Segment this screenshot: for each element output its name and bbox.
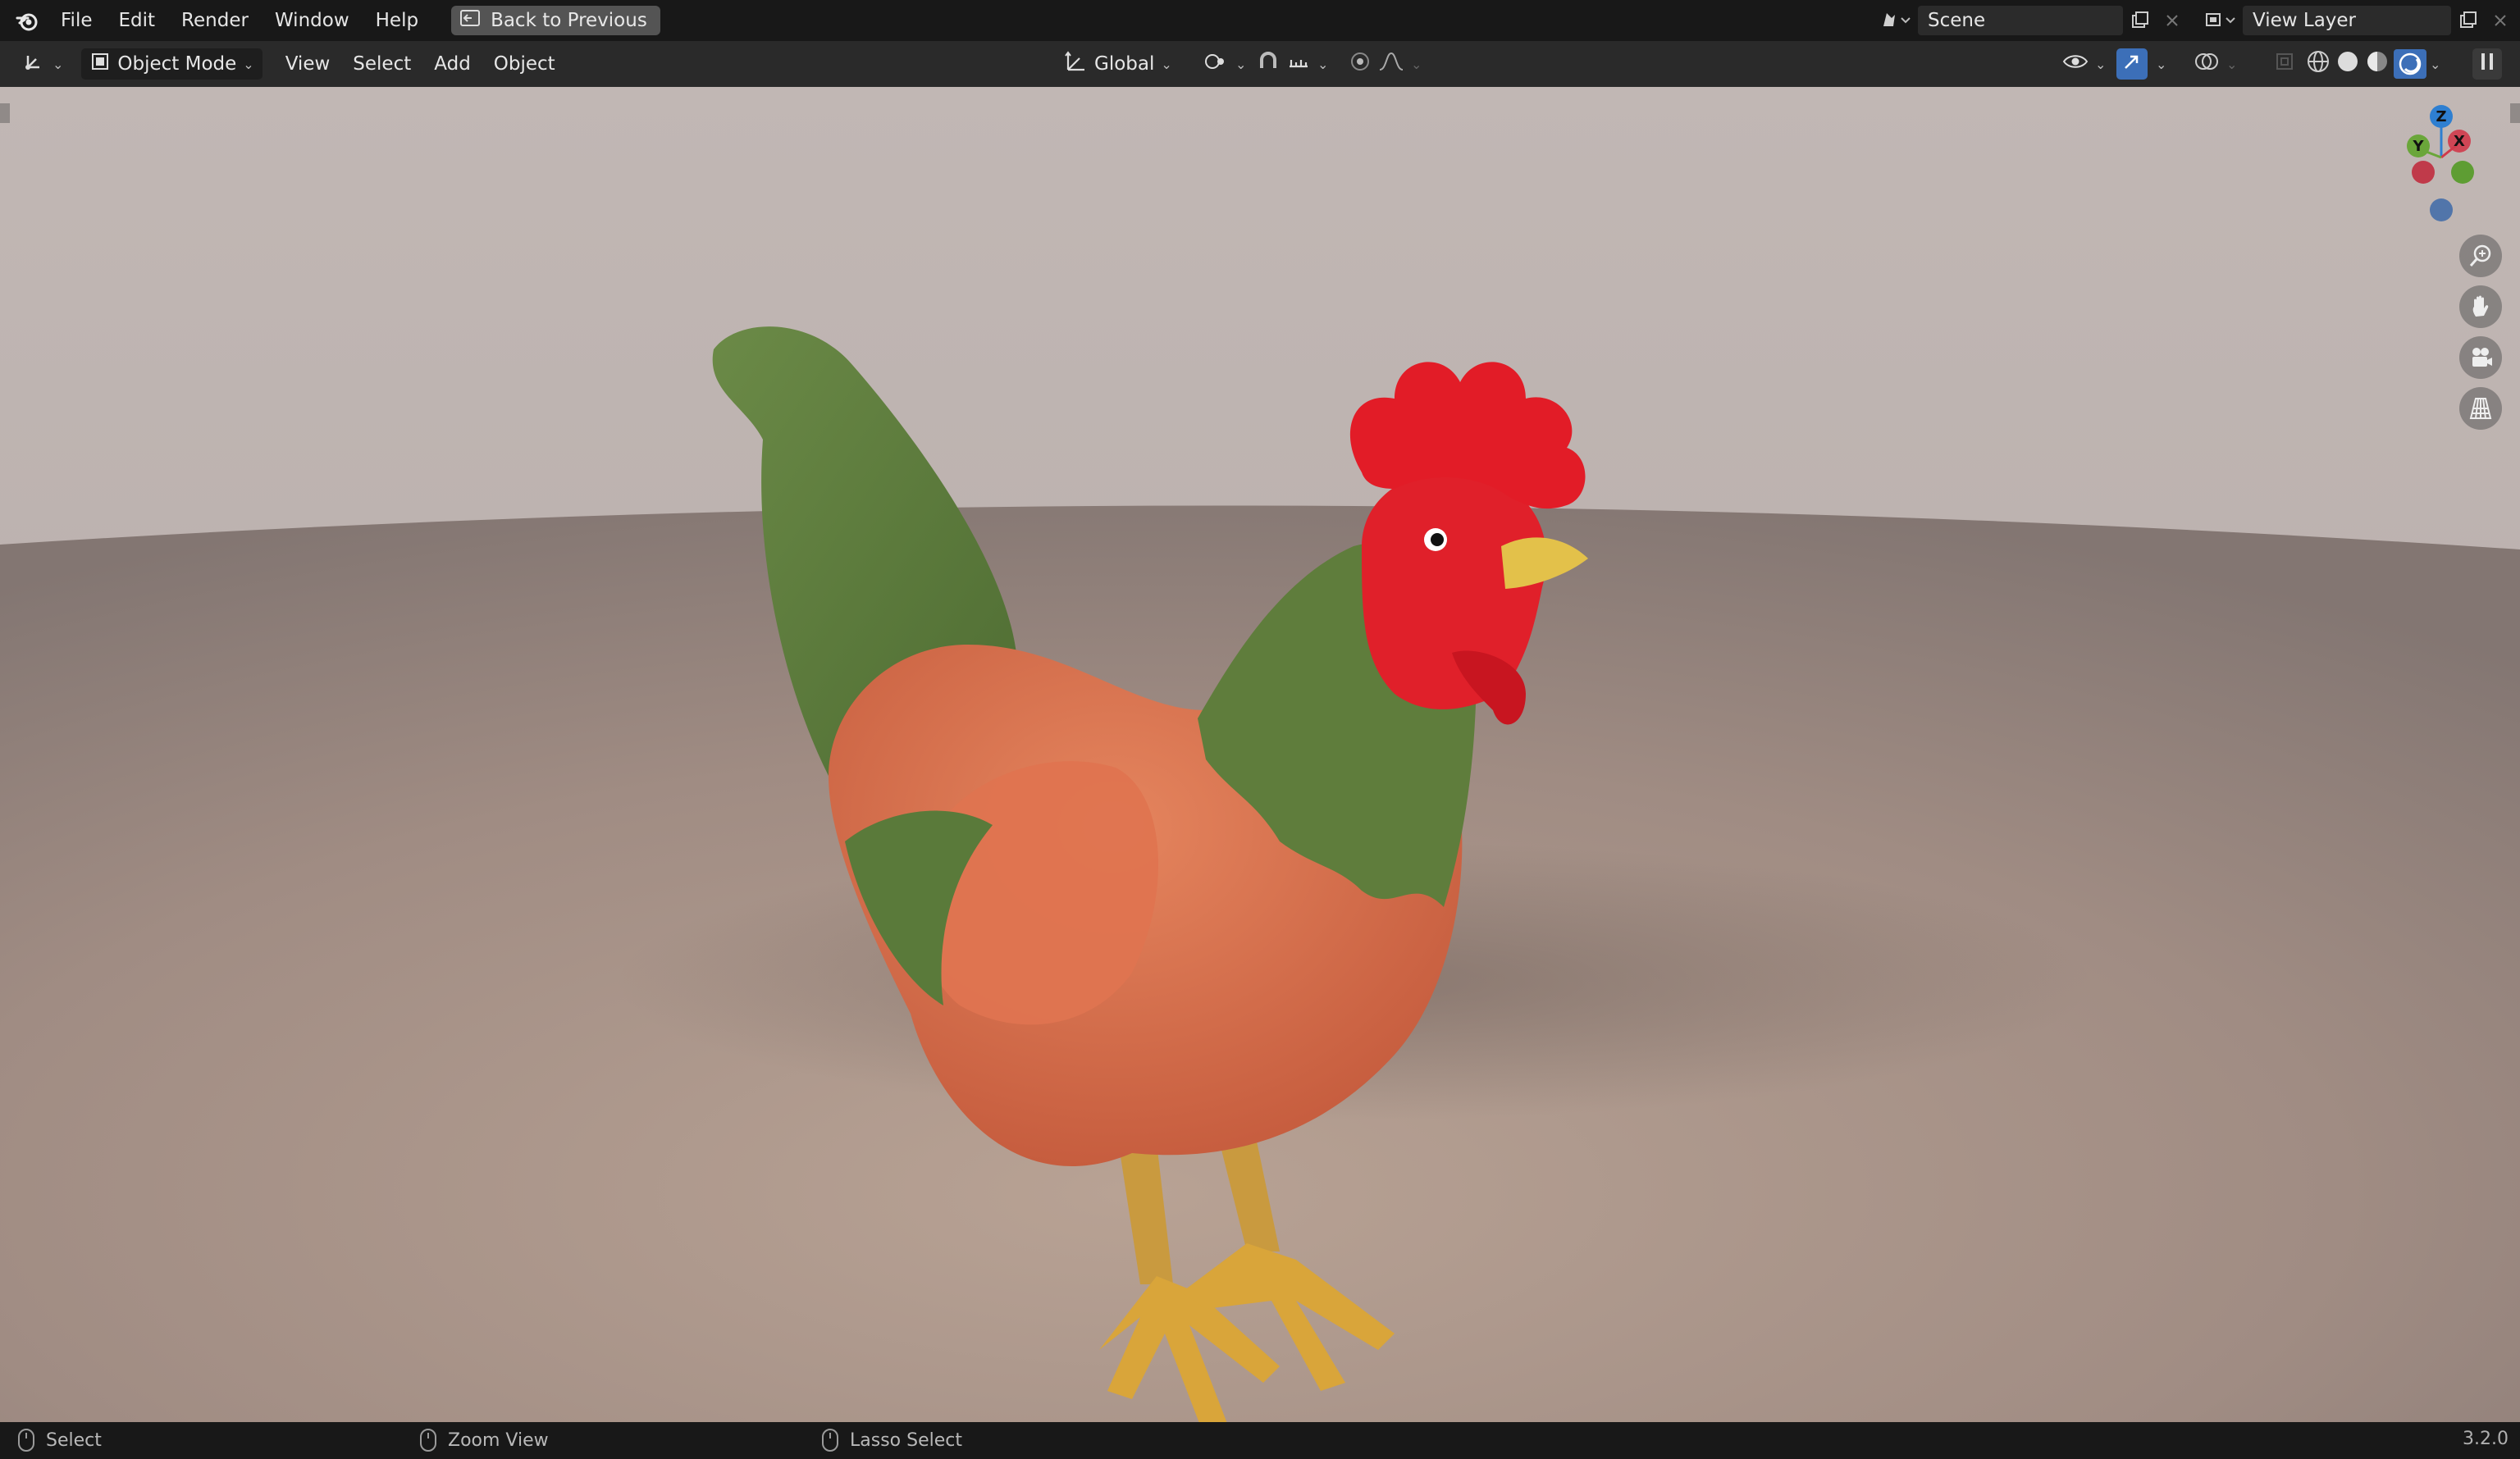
gizmo-dropdown[interactable]: ⌄ (2151, 48, 2171, 80)
chevron-down-icon: ⌄ (1235, 56, 1247, 72)
menu-help[interactable]: Help (363, 0, 431, 41)
pause-render-button[interactable] (2472, 48, 2502, 80)
status-middle-click: Zoom View (420, 1429, 549, 1452)
editor-type-button[interactable]: ⌄ (13, 48, 71, 80)
rendered-shading-icon[interactable] (2394, 49, 2426, 79)
scene-type-icon[interactable] (1872, 6, 1918, 35)
shading-mode-group: ⌄ (2300, 48, 2445, 80)
header-menu-add[interactable]: Add (422, 53, 482, 75)
object-mode-icon (89, 51, 111, 77)
gizmo-toggle-button[interactable] (2116, 48, 2148, 80)
overlay-dropdown[interactable]: ⌄ (2185, 48, 2245, 80)
pivot-point-dropdown[interactable]: ⌄ (1194, 48, 1254, 80)
status-bar: Select Zoom View Lasso Select 3.2.0 (0, 1422, 2520, 1459)
proportional-edit-button[interactable]: ⌄ (1340, 48, 1430, 80)
pause-icon (2479, 52, 2495, 76)
object-mode-dropdown[interactable]: Object Mode ⌄ (81, 48, 262, 80)
grid-perspective-icon[interactable] (2459, 387, 2502, 430)
chevron-down-icon: ⌄ (1411, 56, 1422, 72)
status-right-label: Lasso Select (850, 1429, 962, 1451)
material-preview-shading-icon[interactable] (2364, 48, 2390, 80)
xray-toggle-button[interactable] (2266, 48, 2303, 80)
top-menu-bar: File Edit Render Window Help Back to Pre… (0, 0, 2520, 41)
zoom-icon[interactable] (2459, 235, 2502, 277)
pan-hand-icon[interactable] (2459, 285, 2502, 328)
scene-name: Scene (1928, 10, 1986, 31)
blender-logo-icon[interactable] (7, 0, 48, 41)
menu-render[interactable]: Render (168, 0, 262, 41)
new-view-layer-icon[interactable] (2451, 6, 2484, 35)
menu-window[interactable]: Window (262, 0, 363, 41)
snap-toggle-button[interactable]: ⌄ (1249, 48, 1336, 80)
chevron-down-icon: ⌄ (243, 56, 254, 72)
mouse-left-icon (18, 1429, 34, 1452)
view-layer-name-field[interactable]: View Layer (2243, 6, 2451, 35)
header-menu-object[interactable]: Object (482, 53, 567, 75)
eye-icon (2062, 51, 2089, 77)
status-right-click: Lasso Select (822, 1429, 962, 1452)
chevron-down-icon: ⌄ (52, 56, 64, 72)
snap-increment-icon (1286, 50, 1311, 78)
chevron-down-icon: ⌄ (1317, 56, 1329, 72)
axis-3d-icon (21, 51, 46, 77)
chevron-down-icon: ⌄ (2095, 56, 2107, 72)
chevron-down-icon: ⌄ (2226, 56, 2238, 72)
chevron-down-icon: ⌄ (2156, 56, 2167, 72)
status-middle-label: Zoom View (448, 1429, 549, 1451)
toolbar-collapse-handle[interactable] (0, 103, 10, 123)
orientation-icon (1063, 50, 1088, 78)
back-to-previous-button[interactable]: Back to Previous (451, 6, 660, 35)
viewport-header: ⌄ Object Mode ⌄ View Select Add Object G… (0, 41, 2520, 87)
view-layer-name: View Layer (2253, 10, 2357, 31)
header-menu-view[interactable]: View (274, 53, 342, 75)
menu-file[interactable]: File (48, 0, 106, 41)
object-mode-label: Object Mode (117, 53, 237, 75)
chevron-down-icon[interactable]: ⌄ (2430, 57, 2440, 72)
delete-scene-close-icon[interactable] (2156, 6, 2189, 35)
wireframe-shading-icon[interactable] (2305, 48, 2331, 80)
gizmo-arrow-icon (2121, 51, 2143, 77)
mouse-right-icon (822, 1429, 838, 1452)
scene-selector-group: Scene View Layer (1872, 6, 2517, 35)
xray-icon (2274, 51, 2295, 77)
status-left-label: Select (46, 1429, 102, 1451)
3d-viewport[interactable]: Z X Y (0, 87, 2520, 1422)
gizmo-y-label: Y (2412, 138, 2424, 155)
gizmo-x-label: X (2454, 133, 2465, 150)
proportional-edit-icon (1349, 50, 1372, 78)
back-icon (459, 9, 481, 32)
transform-orientation-dropdown[interactable]: Global ⌄ (1055, 48, 1180, 80)
camera-icon[interactable] (2459, 336, 2502, 379)
header-menu-select[interactable]: Select (341, 53, 422, 75)
back-button-label: Back to Previous (491, 10, 647, 31)
delete-view-layer-close-icon[interactable] (2484, 6, 2517, 35)
overlay-icon (2194, 50, 2220, 78)
pivot-point-icon (1203, 50, 1229, 78)
view-layer-type-icon[interactable] (2197, 6, 2243, 35)
version-label: 3.2.0 (2463, 1429, 2509, 1449)
status-left-click: Select (18, 1429, 102, 1452)
chevron-down-icon: ⌄ (1161, 56, 1172, 72)
magnet-icon (1257, 50, 1280, 78)
mouse-middle-icon (420, 1429, 436, 1452)
orientation-label: Global (1094, 53, 1155, 75)
menu-edit[interactable]: Edit (106, 0, 169, 41)
gizmo-z-label: Z (2436, 108, 2446, 125)
solid-shading-icon[interactable] (2335, 48, 2361, 80)
scene-name-field[interactable]: Scene (1918, 6, 2123, 35)
sidebar-collapse-handle[interactable] (2510, 103, 2520, 123)
rendered-scene (0, 87, 2520, 1422)
navigation-gizmo[interactable]: Z X Y (2389, 103, 2487, 235)
falloff-curve-icon (1378, 50, 1404, 78)
visibility-dropdown[interactable]: ⌄ (2054, 48, 2114, 80)
new-scene-icon[interactable] (2123, 6, 2156, 35)
